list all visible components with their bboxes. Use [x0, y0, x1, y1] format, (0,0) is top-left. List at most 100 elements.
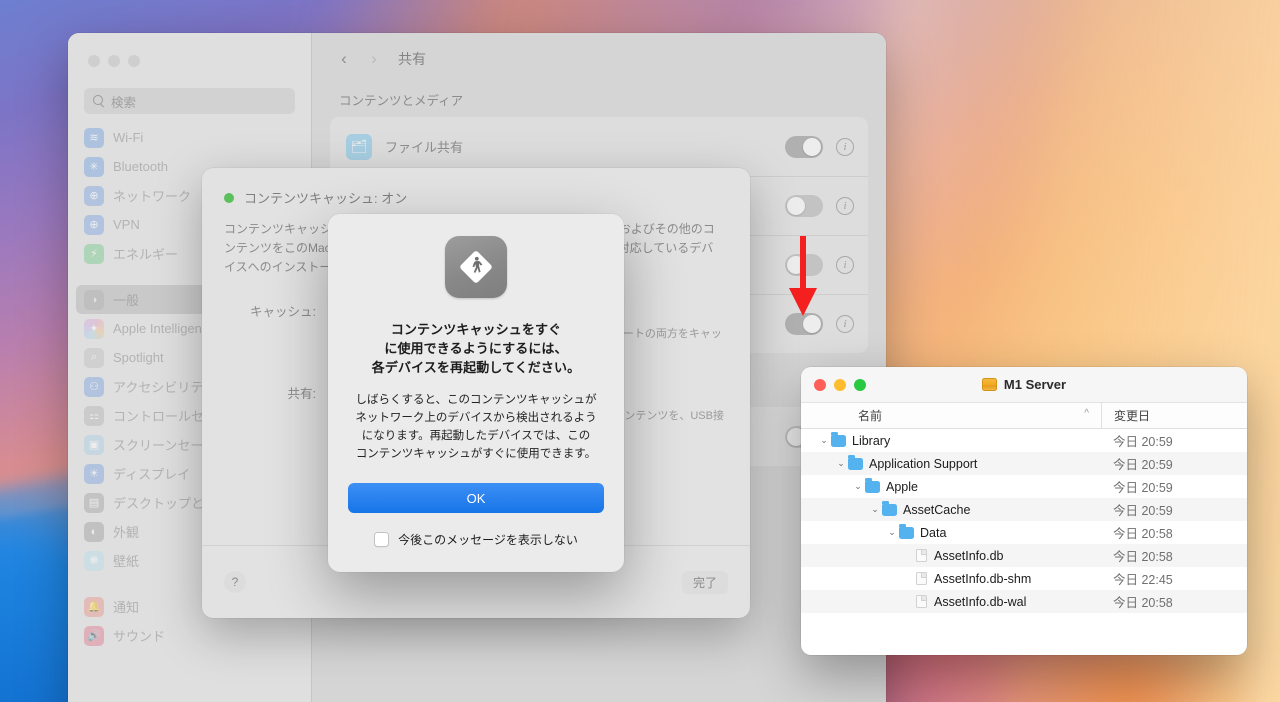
content-caching-status: コンテンツキャッシュ: オン	[224, 188, 728, 207]
alert-title-line: に使用できるようにするには、	[384, 341, 568, 357]
alert-message: しばらくすると、このコンテンツキャッシュが ネットワーク上のデバイスから検出され…	[348, 391, 604, 464]
sidebar-item-label: エネルギー	[113, 247, 179, 262]
alert-message-line: しばらくすると、このコンテンツキャッシュが	[355, 393, 597, 406]
page-title: 共有	[398, 51, 426, 67]
finder-item-date: 今日 20:58	[1113, 596, 1173, 610]
finder-item-label: AssetInfo.db	[934, 548, 1004, 563]
suppress-message-row[interactable]: 今後このメッセージを表示しない	[348, 531, 604, 548]
search-icon	[92, 95, 105, 108]
chevron-down-icon[interactable]: ⌄	[834, 458, 848, 469]
row-label: ファイル共有	[385, 140, 464, 155]
sidebar-item-label: スクリーンセーバ	[113, 438, 217, 453]
finder-row[interactable]: ⌄ Application Support 今日 20:59	[801, 452, 1247, 475]
sound-icon: 🔊	[84, 625, 104, 646]
sidebar-item-label: 通知	[113, 600, 140, 615]
column-header-name-label: 名前	[858, 409, 883, 423]
back-button[interactable]: ‹	[330, 46, 358, 72]
column-header-name[interactable]: 名前 ^	[801, 407, 1101, 424]
sidebar-item-label: アクセシビリティ	[113, 380, 216, 395]
chevron-down-icon[interactable]: ⌄	[885, 527, 899, 538]
sidebar-item-wifi[interactable]: ≋ Wi-Fi	[76, 123, 303, 152]
bluetooth-icon: ✳	[84, 156, 104, 177]
appearance-icon: ◐	[84, 521, 104, 542]
close-button[interactable]	[88, 55, 100, 67]
info-icon[interactable]: i	[836, 137, 854, 156]
finder-row[interactable]: ⌄ AssetCache 今日 20:59	[801, 498, 1247, 521]
column-header-date[interactable]: 変更日	[1101, 403, 1150, 428]
finder-item-label: Library	[852, 433, 891, 448]
finder-row[interactable]: ⌄ Library 今日 20:59	[801, 429, 1247, 452]
status-dot-green	[224, 192, 234, 203]
settings-search-field[interactable]: 検索	[84, 88, 295, 114]
search-placeholder: 検索	[111, 95, 137, 110]
accessibility-icon: ⚇	[84, 376, 104, 397]
display-icon: ☀	[84, 463, 104, 484]
vpn-icon: ⊕	[84, 214, 104, 235]
sidebar-item-label: サウンド	[113, 629, 166, 644]
sidebar-item-label: 一般	[113, 293, 140, 308]
finder-titlebar[interactable]: M1 Server	[801, 367, 1247, 403]
sidebar-item-label: ディスプレイ	[113, 467, 191, 482]
finder-file-list[interactable]: ⌄ Library 今日 20:59 ⌄ Application Support 今日 2…	[801, 429, 1247, 613]
alert-message-line: ネットワーク上のデバイスから検出されるよう	[355, 411, 597, 424]
suppress-message-label: 今後このメッセージを表示しない	[398, 533, 578, 548]
forward-button[interactable]: ›	[360, 46, 388, 72]
finder-row[interactable]: ⌄ Data 今日 20:58	[801, 521, 1247, 544]
file-sharing-toggle[interactable]	[785, 135, 823, 158]
finder-row-name-cell: ⌄ Apple	[801, 478, 1101, 494]
desktop-dock-icon: ▤	[84, 492, 104, 513]
notifications-icon: 🔔	[84, 596, 104, 617]
finder-row-name-cell: AssetInfo.db-wal	[801, 595, 1101, 609]
folder-icon	[882, 501, 897, 516]
chevron-down-icon[interactable]: ⌄	[817, 435, 831, 446]
alert-title: コンテンツキャッシュをすぐ に使用できるようにするには、 各デバイスを再起動して…	[348, 320, 604, 378]
alert-title-line: コンテンツキャッシュをすぐ	[390, 322, 562, 337]
finder-row[interactable]: AssetInfo.db-wal 今日 20:58	[801, 590, 1247, 613]
finder-item-date: 今日 20:58	[1113, 527, 1173, 541]
wifi-icon: ≋	[84, 127, 104, 148]
finder-column-headers[interactable]: 名前 ^ 変更日	[801, 403, 1247, 429]
chevron-down-icon[interactable]: ⌄	[868, 504, 882, 515]
chevron-down-icon[interactable]: ⌄	[851, 481, 865, 492]
media-sharing-toggle[interactable]	[785, 194, 823, 217]
finder-window[interactable]: M1 Server 名前 ^ 変更日 ⌄ Library 今日 20:59 ⌄ Appl…	[801, 367, 1247, 655]
finder-row-name-cell: ⌄ Application Support	[801, 455, 1101, 471]
energy-icon: ⚡	[84, 243, 104, 264]
finder-item-date: 今日 20:58	[1113, 550, 1173, 564]
sidebar-item-label: Apple Intelligence	[113, 321, 216, 336]
finder-row[interactable]: AssetInfo.db 今日 20:58	[801, 544, 1247, 567]
sidebar-item-label: 壁紙	[113, 554, 140, 569]
screensaver-icon: ▣	[84, 434, 104, 455]
sidebar-item-label: Spotlight	[113, 350, 164, 365]
finder-item-date: 今日 22:45	[1113, 573, 1173, 587]
help-button[interactable]: ?	[224, 571, 246, 593]
alert-message-line: になります。再起動したデバイスでは、この	[361, 430, 591, 443]
minimize-button[interactable]	[108, 55, 120, 67]
info-icon[interactable]: i	[836, 255, 854, 274]
sidebar-item-label: Bluetooth	[113, 159, 168, 174]
info-icon[interactable]: i	[836, 314, 854, 333]
finder-row[interactable]: ⌄ Apple 今日 20:59	[801, 475, 1247, 498]
sidebar-item-label: ネットワーク	[113, 189, 192, 204]
sidebar-item-label: 外観	[113, 525, 140, 540]
ok-button[interactable]: OK	[348, 483, 604, 514]
finder-item-date: 今日 20:59	[1113, 458, 1173, 472]
finder-row[interactable]: AssetInfo.db-shm 今日 22:45	[801, 567, 1247, 590]
finder-item-label: AssetInfo.db-wal	[934, 594, 1027, 609]
folder-icon	[865, 478, 880, 493]
settings-traffic-lights[interactable]	[68, 33, 311, 67]
sidebar-item-label: VPN	[113, 217, 140, 232]
document-icon	[916, 595, 927, 608]
suppress-message-checkbox[interactable]	[374, 532, 390, 548]
finder-item-date: 今日 20:59	[1113, 435, 1173, 449]
sidebar-item-sound[interactable]: 🔊 サウンド	[76, 621, 303, 650]
document-icon	[916, 572, 927, 585]
zoom-button[interactable]	[128, 55, 140, 67]
folder-share-icon: 🗂	[346, 133, 372, 160]
settings-toolbar: ‹ › 共有	[312, 33, 886, 85]
done-button[interactable]: 完了	[681, 570, 728, 594]
folder-icon	[899, 524, 914, 539]
finder-row-name-cell: ⌄ Library	[801, 432, 1101, 448]
info-icon[interactable]: i	[836, 196, 854, 215]
restart-devices-alert[interactable]: コンテンツキャッシュをすぐ に使用できるようにするには、 各デバイスを再起動して…	[328, 214, 624, 572]
